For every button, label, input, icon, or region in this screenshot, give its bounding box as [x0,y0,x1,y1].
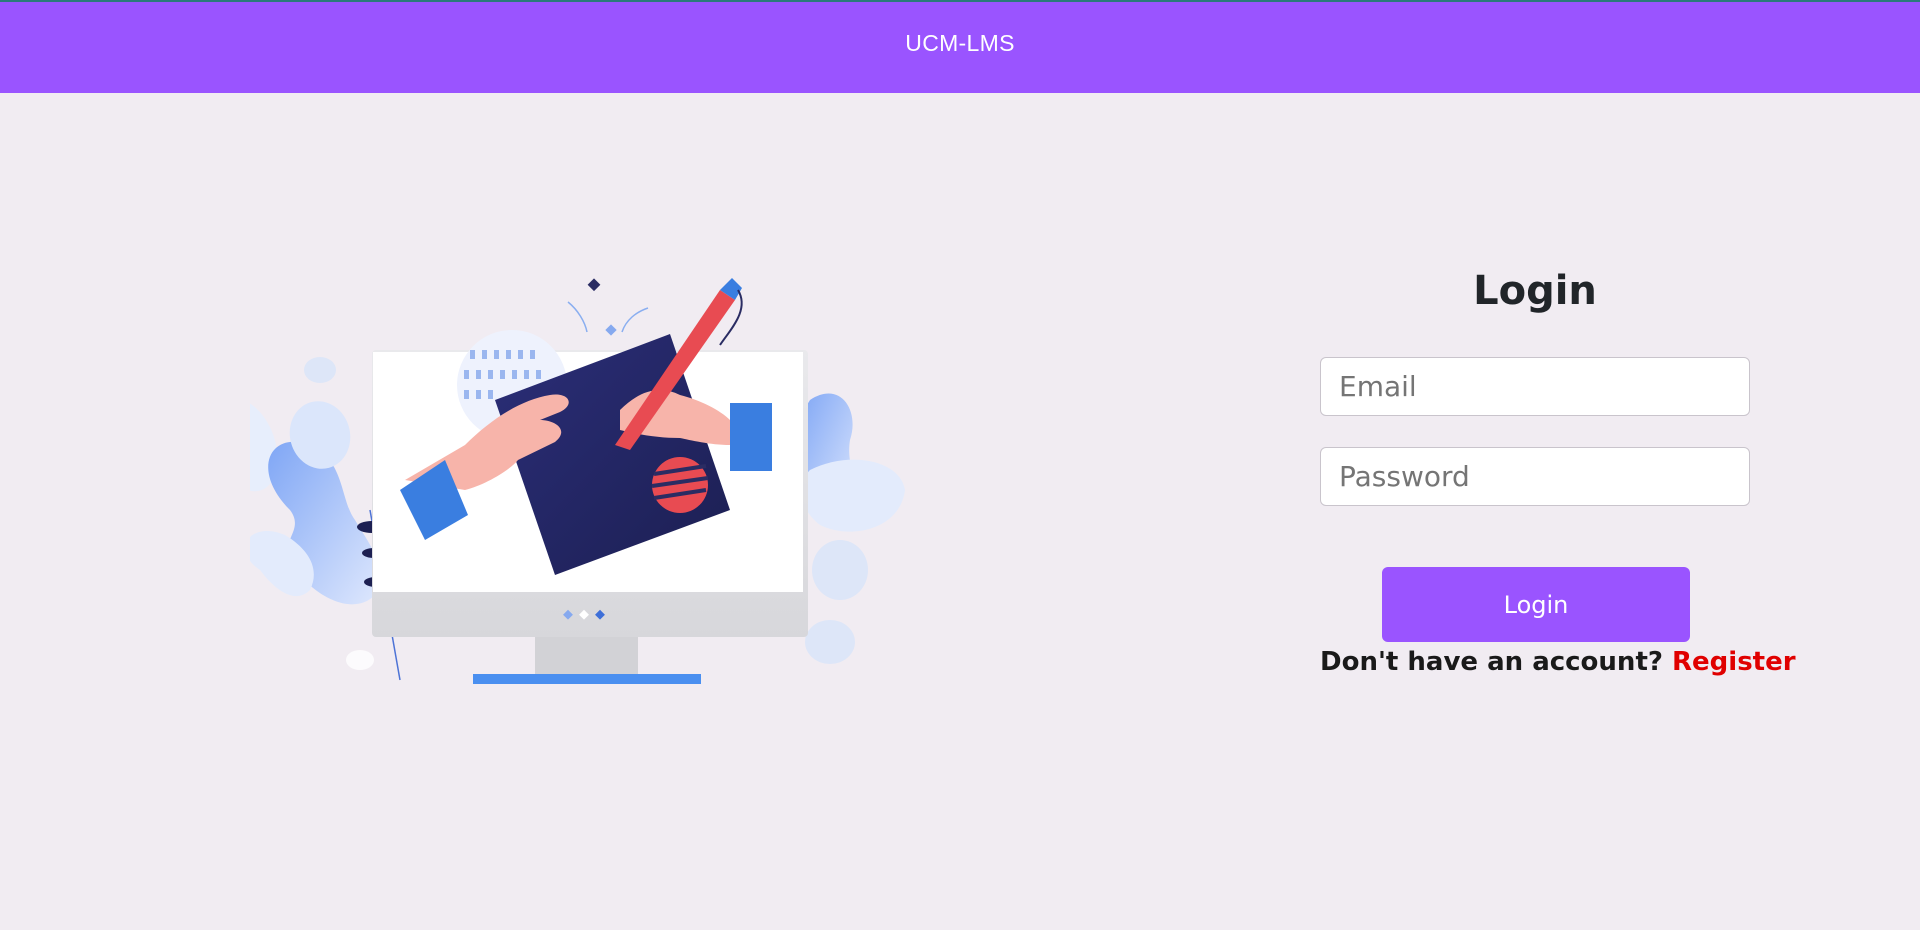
top-navbar: UCM-LMS [0,0,1920,93]
brand-title[interactable]: UCM-LMS [905,30,1014,57]
password-field[interactable] [1320,447,1750,506]
no-account-text: Don't have an account? [1320,647,1663,677]
email-field[interactable] [1320,357,1750,416]
register-prompt: Don't have an account? Register [1320,647,1796,677]
login-button[interactable]: Login [1382,567,1690,642]
login-heading: Login [1473,268,1597,314]
register-link[interactable]: Register [1672,647,1796,677]
monitor-drawing-illustration-icon [212,278,905,684]
login-form: Login Login Don't have an account? Regis… [1320,262,1796,677]
login-illustration [212,270,910,700]
